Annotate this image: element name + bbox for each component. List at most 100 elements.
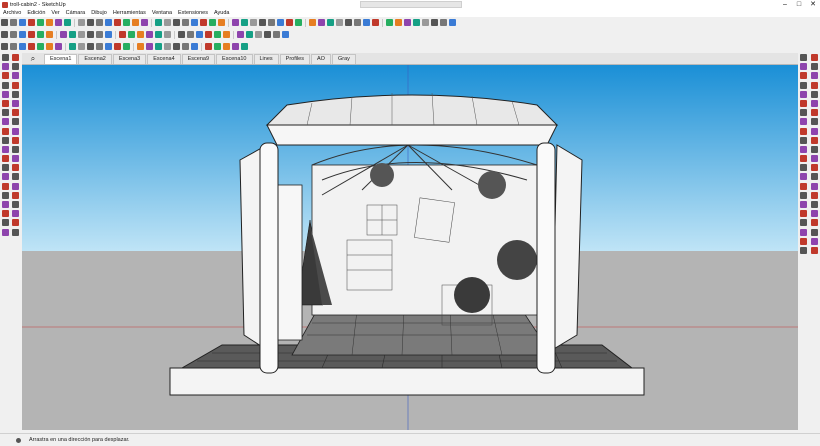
- copy-icon[interactable]: [223, 43, 230, 50]
- wireframe-icon[interactable]: [78, 31, 85, 38]
- section-icon[interactable]: [218, 19, 225, 26]
- render-icon[interactable]: [413, 19, 420, 26]
- close-icon[interactable]: ✕: [806, 0, 820, 9]
- layers-icon[interactable]: [12, 201, 19, 208]
- push-pull-icon[interactable]: [12, 81, 19, 89]
- distribute-icon[interactable]: [46, 43, 53, 50]
- rectangle-icon[interactable]: [2, 72, 9, 80]
- menu-item-5[interactable]: Herramientas: [110, 10, 149, 16]
- warehouse-icon[interactable]: [250, 19, 257, 26]
- outliner-icon[interactable]: [12, 228, 19, 236]
- group-icon[interactable]: [241, 19, 248, 26]
- parallel-icon[interactable]: [800, 118, 807, 126]
- array-icon[interactable]: [811, 201, 818, 208]
- right-view-icon[interactable]: [28, 31, 35, 38]
- two-point-icon[interactable]: [146, 31, 153, 38]
- move-icon[interactable]: [2, 90, 9, 98]
- grid-icon[interactable]: [811, 219, 818, 227]
- follow-me-icon[interactable]: [800, 191, 807, 199]
- back-view-icon[interactable]: [800, 72, 807, 80]
- tape-icon[interactable]: [114, 19, 121, 26]
- model-canvas[interactable]: [22, 65, 798, 430]
- line-icon[interactable]: [2, 63, 9, 71]
- snap-icon[interactable]: [800, 219, 807, 227]
- 3d-text-icon[interactable]: [164, 19, 171, 26]
- undo-icon[interactable]: [191, 43, 198, 50]
- shadow-icon[interactable]: [336, 19, 343, 26]
- look-icon[interactable]: [2, 201, 9, 208]
- front-view-icon[interactable]: [19, 31, 26, 38]
- arc-icon[interactable]: [28, 19, 35, 26]
- scene-tab-3[interactable]: Escena4: [147, 54, 181, 64]
- make-unique-icon[interactable]: [146, 43, 153, 50]
- top-view-icon[interactable]: [811, 54, 818, 61]
- menu-item-6[interactable]: Ventana: [149, 10, 175, 16]
- light-icon[interactable]: [440, 19, 447, 26]
- shaded-icon[interactable]: [800, 99, 807, 107]
- scenes-icon[interactable]: [2, 228, 9, 236]
- zoom-extents-icon[interactable]: [2, 155, 9, 163]
- fog-icon[interactable]: [2, 219, 9, 227]
- arc-icon[interactable]: [12, 63, 19, 71]
- rotate-icon[interactable]: [87, 19, 94, 26]
- menu-item-8[interactable]: Ayuda: [211, 10, 233, 16]
- previous-icon[interactable]: [173, 43, 180, 50]
- flip-icon[interactable]: [811, 191, 818, 199]
- section-plane-icon[interactable]: [800, 127, 807, 135]
- intersect-icon[interactable]: [264, 31, 271, 38]
- orbit-icon[interactable]: [182, 19, 189, 26]
- next-icon[interactable]: [182, 43, 189, 50]
- scene-tab-9[interactable]: Gray: [331, 54, 356, 64]
- weld-icon[interactable]: [811, 155, 818, 163]
- lock-icon[interactable]: [114, 43, 121, 50]
- lock-icon[interactable]: [800, 246, 807, 254]
- back-edges-icon[interactable]: [69, 31, 76, 38]
- style-icon[interactable]: [327, 19, 334, 26]
- material-icon[interactable]: [431, 19, 438, 26]
- camera-icon[interactable]: [2, 191, 9, 199]
- solid-icon[interactable]: [2, 182, 9, 190]
- eraser-icon[interactable]: [10, 19, 17, 26]
- unhide-icon[interactable]: [811, 237, 818, 245]
- perspective-icon[interactable]: [128, 31, 135, 38]
- hidden-line-icon[interactable]: [87, 31, 94, 38]
- eraser-icon[interactable]: [12, 54, 19, 61]
- line-icon[interactable]: [19, 19, 26, 26]
- cut-icon[interactable]: [214, 43, 221, 50]
- textured-icon[interactable]: [811, 99, 818, 107]
- point-icon[interactable]: [87, 43, 94, 50]
- union-icon[interactable]: [800, 182, 807, 190]
- unlock-icon[interactable]: [811, 246, 818, 254]
- guide-icon[interactable]: [78, 43, 85, 50]
- polygon-icon[interactable]: [2, 81, 9, 89]
- texture-icon[interactable]: [449, 19, 456, 26]
- look-icon[interactable]: [309, 19, 316, 26]
- group-icon[interactable]: [12, 164, 19, 172]
- edit-icon[interactable]: [155, 43, 162, 50]
- tag-icon[interactable]: [800, 145, 807, 153]
- push-pull-icon[interactable]: [64, 19, 71, 26]
- perspective-icon[interactable]: [811, 109, 818, 117]
- outline-icon[interactable]: [811, 145, 818, 153]
- fog-icon[interactable]: [345, 19, 352, 26]
- section-icon[interactable]: [12, 155, 19, 163]
- orbit-icon[interactable]: [12, 136, 19, 144]
- left-view-icon[interactable]: [46, 31, 53, 38]
- zoom-icon[interactable]: [12, 145, 19, 153]
- warehouse-icon[interactable]: [2, 173, 9, 181]
- unlock-icon[interactable]: [123, 43, 130, 50]
- axes-icon[interactable]: [2, 127, 9, 135]
- menu-item-3[interactable]: Cámara: [63, 10, 89, 16]
- fix-icon[interactable]: [800, 155, 807, 163]
- two-point-icon[interactable]: [811, 118, 818, 126]
- top-view-icon[interactable]: [10, 31, 17, 38]
- pan-icon[interactable]: [2, 145, 9, 153]
- distribute-icon[interactable]: [811, 210, 818, 218]
- redo-icon[interactable]: [205, 43, 212, 50]
- section-cut-icon[interactable]: [164, 31, 171, 38]
- section-plane-icon[interactable]: [155, 31, 162, 38]
- scene-tab-7[interactable]: Profiles: [279, 54, 310, 64]
- align-icon[interactable]: [37, 43, 44, 50]
- xray-icon[interactable]: [800, 81, 807, 89]
- circle-icon[interactable]: [12, 72, 19, 80]
